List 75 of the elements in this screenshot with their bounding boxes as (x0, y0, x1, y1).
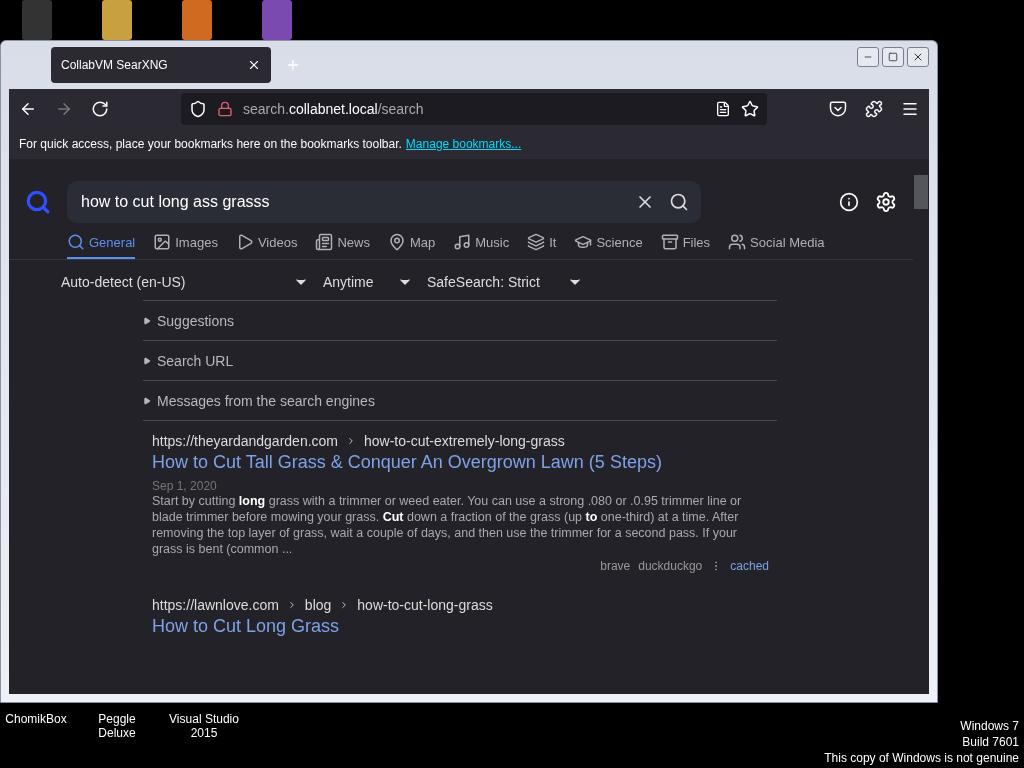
windows-notice: This copy of Windows is not genuine (824, 750, 1019, 766)
browser-tab[interactable]: CollabVM SearXNG (51, 47, 271, 83)
image-icon (153, 233, 172, 251)
category-tab[interactable]: Science (574, 233, 643, 259)
collapsible-section[interactable]: Search URL (143, 340, 777, 380)
category-tab[interactable]: News (315, 233, 370, 259)
url-text: search.collabnet.local/search (243, 101, 425, 117)
category-tab[interactable]: Music (453, 233, 510, 259)
bookmarks-hint: For quick access, place your bookmarks here on the bookmarks toolbar. (19, 137, 402, 151)
search-query-text: how to cut long ass grasss (81, 193, 271, 211)
engine-name: duckduckgo (638, 559, 703, 573)
desktop-icon-label[interactable]: Peggle Deluxe (78, 712, 156, 740)
category-tab[interactable]: General (67, 233, 136, 259)
windows-notice: Build 7601 (961, 734, 1019, 750)
result-date: Sep 1, 2020 (152, 479, 218, 493)
search-icon (669, 192, 689, 212)
address-bar[interactable]: search.collabnet.local/search (181, 93, 767, 125)
maximize-button[interactable] (882, 47, 904, 67)
reader-view-icon (715, 101, 731, 117)
category-tab[interactable]: Social Media (728, 233, 825, 259)
archive-icon (660, 233, 679, 251)
desktop-icon-label[interactable]: ChomikBox (4, 712, 68, 740)
filter-dropdown[interactable]: SafeSearch: Strict (427, 270, 583, 294)
category-tab[interactable]: Map (387, 233, 436, 259)
engine-name: brave (600, 559, 631, 573)
extensions-icon (865, 100, 883, 118)
result-url: https://lawnlove.com (152, 597, 279, 613)
search-icon (67, 233, 85, 251)
result-title-link[interactable]: How to Cut Long Grass (152, 616, 769, 637)
result-path: how-to-cut-long-grass (357, 597, 493, 613)
reload-icon (91, 100, 109, 118)
people-icon (728, 233, 747, 251)
close-button[interactable] (907, 47, 929, 67)
bookmark-star-icon (741, 100, 759, 118)
map-pin-icon (387, 233, 406, 251)
back-icon (19, 100, 37, 118)
manage-bookmarks-link[interactable]: Manage bookmarks... (405, 137, 522, 151)
result-path: how-to-cut-extremely-long-grass (364, 433, 565, 449)
maximize-icon (888, 52, 898, 62)
category-tab[interactable]: Videos (235, 233, 298, 259)
result-title-link[interactable]: How to Cut Tall Grass & Conquer An Overgrown Lawn (5 Steps) (152, 452, 769, 473)
new-tab-icon (285, 57, 301, 73)
graduation-cap-icon (574, 233, 593, 251)
info-icon (839, 192, 859, 212)
music-note-icon (453, 233, 472, 251)
collapsible-section[interactable]: Suggestions (143, 300, 777, 340)
cached-link[interactable]: cached (730, 559, 769, 573)
shield-icon (189, 100, 207, 118)
menu-icon (901, 100, 919, 118)
category-tab[interactable]: It (527, 233, 557, 259)
newspaper-icon (315, 233, 334, 251)
close-icon (912, 51, 924, 63)
filter-dropdown[interactable]: Auto-detect (en-US) (61, 270, 309, 294)
filter-dropdown[interactable]: Anytime (323, 270, 413, 294)
breadcrumb-chevron-icon (346, 436, 356, 446)
result-path: blog (304, 597, 332, 613)
lock-icon (217, 101, 233, 117)
windows-notice: Windows 7 (959, 718, 1019, 734)
close-icon (247, 58, 261, 72)
desktop-icon-label[interactable]: Visual Studio 2015 (166, 712, 242, 740)
disclosure-triangle-icon (143, 356, 151, 365)
collapsible-section[interactable]: Messages from the search engines (143, 380, 777, 420)
minimize-button[interactable] (857, 47, 879, 67)
result-snippet: Start by cutting long grass with a trimmer or weed eater. You can use a strong .080 or .0.95 trimmer line or blade trimmer before mowing your grass. Cut down a fraction of the grass (up to one-third) at a time. After removing the top layer of grass, wait a couple of days, and then use the trimmer for a second pass. If your grass is bent (common ... (152, 493, 743, 557)
category-tab[interactable]: Files (660, 233, 711, 259)
category-tab[interactable]: Images (153, 233, 218, 259)
layers-icon (527, 233, 546, 251)
pocket-icon (829, 100, 847, 118)
disclosure-triangle-icon (143, 396, 151, 405)
settings-icon (875, 191, 897, 213)
result-url: https://theyardandgarden.com (152, 433, 338, 449)
disclosure-triangle-icon (143, 316, 151, 325)
search-field[interactable]: how to cut long ass grasss (67, 181, 701, 223)
forward-icon (55, 100, 73, 118)
search-logo-icon (25, 189, 51, 215)
